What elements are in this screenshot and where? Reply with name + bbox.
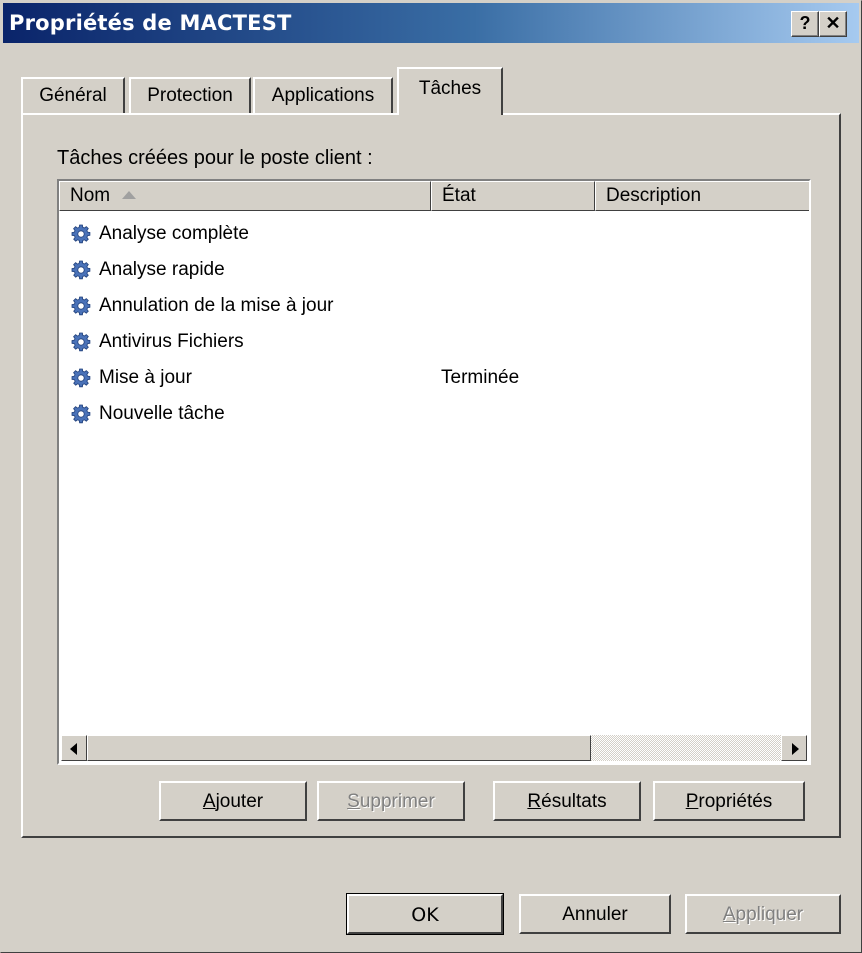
add-button[interactable]: Ajouter [159,781,307,821]
list-header: Nom État Description [59,181,809,211]
tasks-list[interactable]: Nom État Description Analyse complète Ana… [57,179,811,765]
mnemonic: S [347,791,360,812]
tab-protection[interactable]: Protection [129,77,251,113]
gear-icon [71,260,91,280]
window-title: Propriétés de MACTEST [9,11,292,35]
arrow-right-icon [792,743,799,755]
properties-button[interactable]: Propriétés [653,781,805,821]
list-rows: Analyse complète Analyse rapide Annulation… [59,217,809,433]
sort-ascending-icon [122,191,137,199]
list-item[interactable]: Mise à jour Terminée [59,361,809,397]
close-button[interactable]: ✕ [819,11,847,37]
title-bar[interactable]: Propriétés de MACTEST ? ✕ [3,3,859,43]
help-button[interactable]: ? [791,11,819,37]
tab-applications[interactable]: Applications [253,77,393,113]
column-header-description[interactable]: Description [595,181,809,211]
arrow-left-icon [70,743,77,755]
gear-icon [71,296,91,316]
list-item[interactable]: Analyse complète [59,217,809,253]
scroll-right-button[interactable] [781,735,807,761]
results-button[interactable]: Résultats [493,781,641,821]
list-item[interactable]: Nouvelle tâche [59,397,809,433]
tab-taches[interactable]: Tâches [397,67,503,115]
task-name: Mise à jour [99,367,192,388]
task-state: Terminée [441,367,520,388]
scrollbar-thumb[interactable] [87,735,591,761]
tab-general[interactable]: Général [21,77,125,113]
task-name: Nouvelle tâche [99,403,225,424]
list-item[interactable]: Antivirus Fichiers [59,325,809,361]
button-label: ropriétés [698,791,773,812]
button-label: upprimer [359,791,435,812]
column-header-nom[interactable]: Nom [59,181,431,211]
mnemonic: P [685,791,699,812]
column-header-label: Nom [70,185,111,206]
tasks-section-label: Tâches créées pour le poste client : [57,147,373,169]
ok-button[interactable]: OK [346,893,504,935]
scroll-left-button[interactable] [61,735,87,761]
mnemonic: R [527,791,542,812]
button-label: ppliquer [735,904,804,925]
mnemonic: A [722,904,736,925]
task-name: Antivirus Fichiers [99,331,244,352]
horizontal-scrollbar[interactable] [61,735,807,761]
button-label: jouter [215,791,264,812]
gear-icon [71,368,91,388]
gear-icon [71,332,91,352]
column-header-etat[interactable]: État [431,181,595,211]
cancel-button[interactable]: Annuler [519,894,671,934]
task-name: Annulation de la mise à jour [99,295,334,316]
task-name: Analyse rapide [99,259,225,280]
close-icon: ✕ [825,13,841,33]
gear-icon [71,224,91,244]
delete-button[interactable]: Supprimer [317,781,465,821]
task-name: Analyse complète [99,223,249,244]
mnemonic: A [202,791,216,812]
list-item[interactable]: Analyse rapide [59,253,809,289]
button-label: ésultats [541,791,607,812]
apply-button[interactable]: Appliquer [685,894,841,934]
properties-dialog: Propriétés de MACTEST ? ✕ Général Protec… [0,0,862,953]
gear-icon [71,404,91,424]
list-item[interactable]: Annulation de la mise à jour [59,289,809,325]
